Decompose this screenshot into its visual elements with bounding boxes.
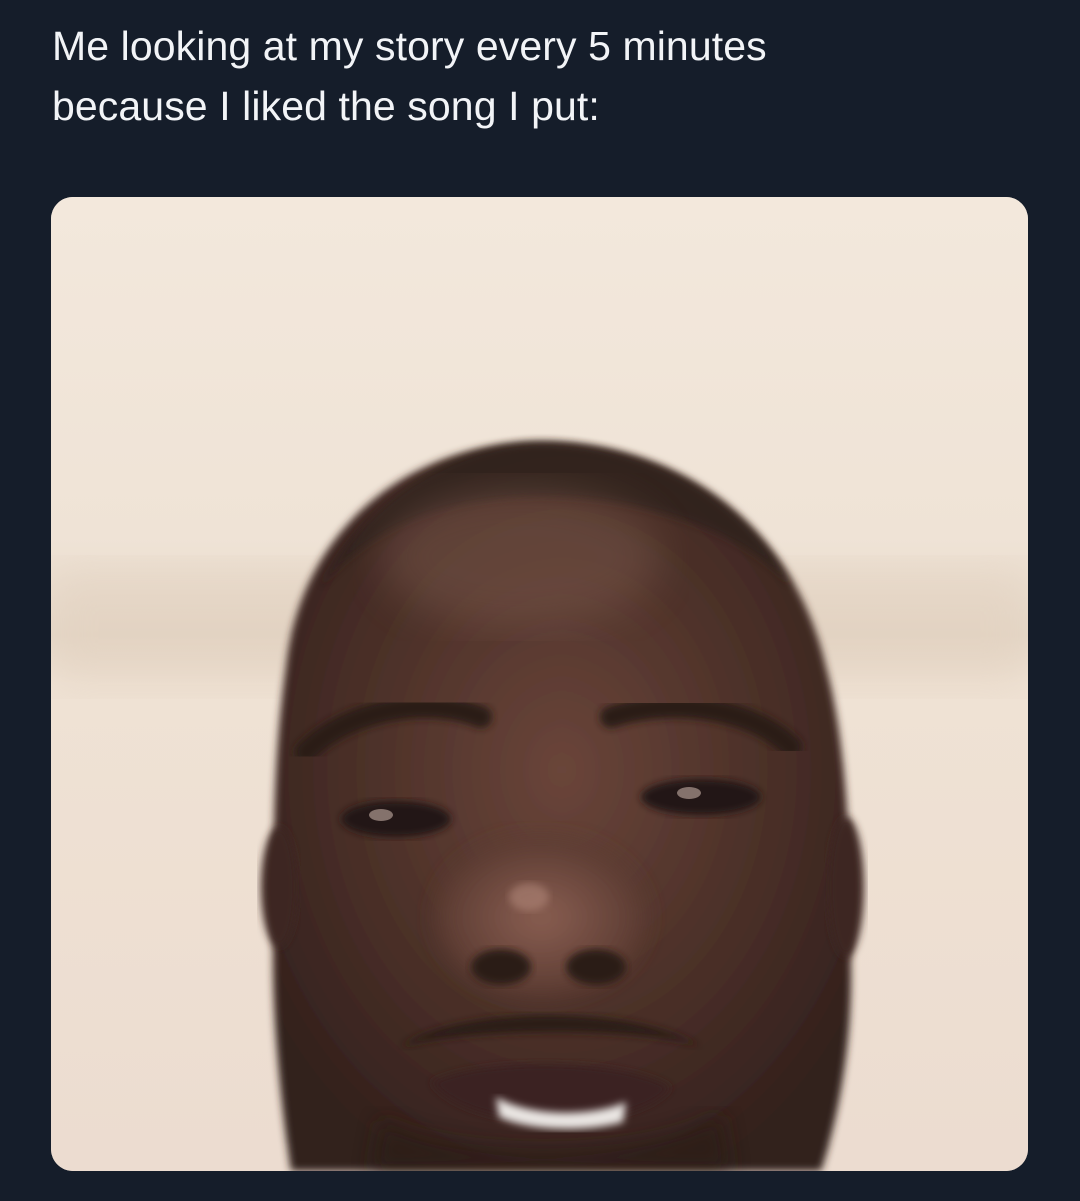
caption-line-1: Me looking at my story every 5 minutes (52, 23, 767, 69)
meme-post: Me looking at my story every 5 minutes b… (0, 0, 1080, 1201)
caption-line-2: because I liked the song I put: (52, 83, 600, 129)
post-caption: Me looking at my story every 5 minutes b… (52, 16, 1032, 136)
selfie-photo (51, 197, 1028, 1171)
post-image[interactable] (51, 197, 1028, 1171)
